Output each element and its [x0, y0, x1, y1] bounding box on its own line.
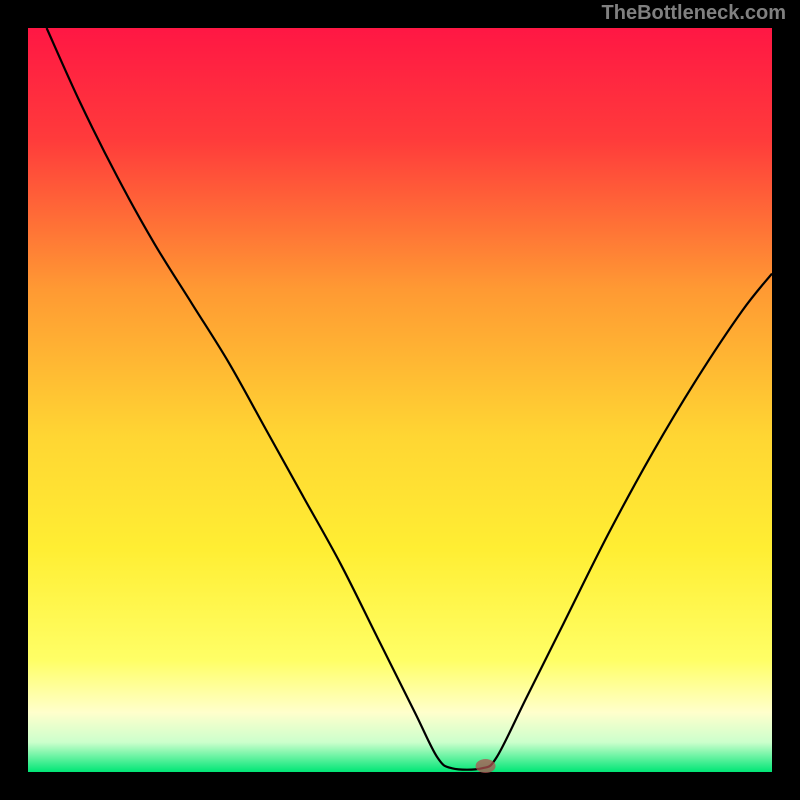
plot-area [28, 28, 772, 772]
chart-svg [0, 0, 800, 800]
optimum-marker [476, 759, 496, 773]
watermark-text: TheBottleneck.com [602, 2, 786, 25]
chart-container: TheBottleneck.com [0, 0, 800, 800]
